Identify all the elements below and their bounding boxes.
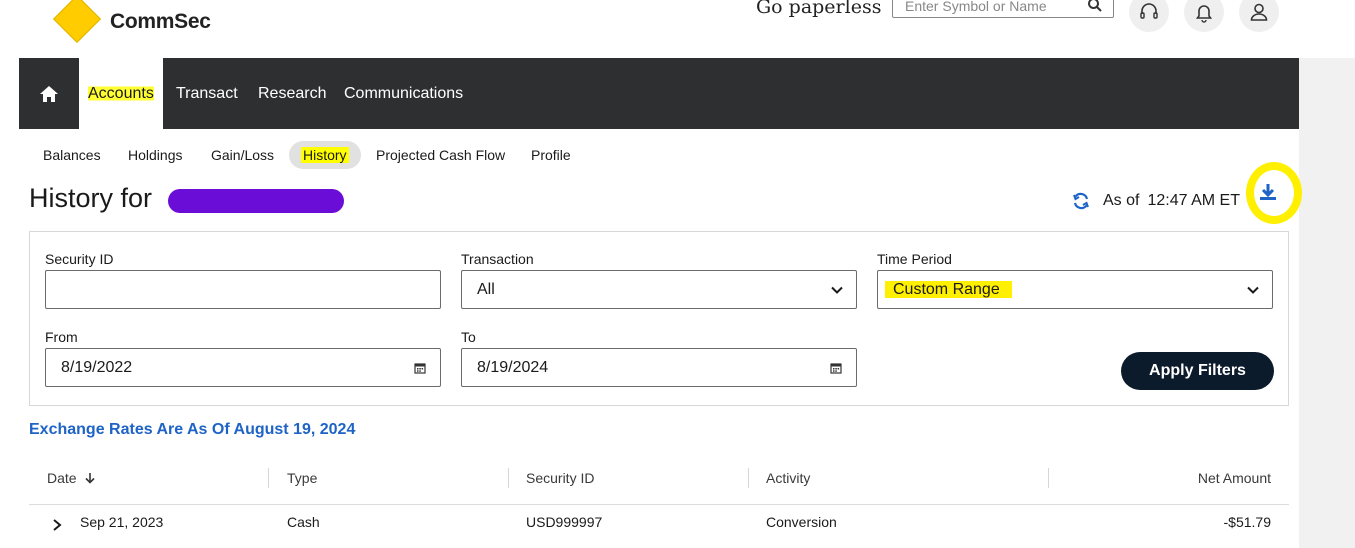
page: { "header": { "brand": "CommSec", "go_pa… (0, 0, 1355, 548)
column-date[interactable]: Date (47, 462, 96, 494)
tab-projected-cash-flow[interactable]: Projected Cash Flow (376, 141, 505, 169)
logo-diamond-icon (52, 0, 102, 44)
page-title: History for (29, 183, 153, 213)
chevron-right-icon[interactable] (51, 518, 63, 532)
column-date-label: Date (47, 470, 77, 486)
to-label: To (461, 329, 476, 345)
tab-balances[interactable]: Balances (43, 141, 101, 169)
time-period-value: Custom Range (885, 281, 1012, 298)
tab-holdings[interactable]: Holdings (128, 141, 182, 169)
tab-gain-loss[interactable]: Gain/Loss (211, 141, 274, 169)
time-period-select[interactable]: Custom Range (877, 270, 1273, 309)
notifications-button[interactable] (1184, 0, 1224, 32)
nav-accounts-label: Accounts (88, 85, 154, 102)
top-header: CommSec Go paperless (0, 0, 1355, 58)
row-date: Sep 21, 2023 (80, 514, 164, 530)
as-of-time: 12:47 AM ET (1147, 192, 1240, 209)
chevron-down-icon (831, 286, 843, 294)
row-type: Cash (287, 514, 320, 530)
symbol-search-input[interactable] (905, 0, 1075, 17)
column-divider (508, 468, 509, 488)
nav-accounts[interactable]: Accounts (79, 58, 163, 129)
security-id-input[interactable] (45, 270, 441, 309)
nav-transact[interactable]: Transact (176, 58, 238, 129)
table-header: Date Type Security ID Activity Net Amoun… (29, 462, 1289, 505)
as-of-status: As of 12:47 AM ET (1071, 190, 1240, 212)
go-paperless-link[interactable]: Go paperless (756, 0, 881, 18)
row-security-id: USD999997 (526, 514, 603, 530)
user-icon (1250, 3, 1268, 21)
calendar-icon[interactable] (830, 362, 842, 374)
calendar-icon[interactable] (414, 362, 426, 374)
download-button[interactable] (1240, 158, 1304, 226)
row-net-amount: -$51.79 (1223, 514, 1271, 530)
as-of-label: As of (1103, 192, 1140, 209)
to-date-value: 8/19/2024 (477, 359, 549, 376)
home-button[interactable] (19, 58, 79, 129)
to-date-input[interactable]: 8/19/2024 (461, 348, 857, 387)
commsec-logo[interactable]: CommSec (52, 0, 214, 48)
chevron-down-icon (1247, 286, 1259, 294)
refresh-icon[interactable] (1071, 191, 1091, 211)
column-divider (748, 468, 749, 488)
home-icon (40, 85, 58, 102)
profile-button[interactable] (1239, 0, 1279, 32)
nav-research[interactable]: Research (258, 58, 326, 129)
download-icon (1260, 184, 1276, 200)
tab-history-label: History (301, 147, 349, 163)
search-icon[interactable] (1087, 0, 1103, 13)
brand-name: CommSec (110, 10, 211, 33)
page-margin (1299, 58, 1355, 548)
transaction-select[interactable]: All (461, 270, 857, 309)
nav-communications[interactable]: Communications (344, 58, 463, 129)
from-date-input[interactable]: 8/19/2022 (45, 348, 441, 387)
column-net-amount[interactable]: Net Amount (1198, 462, 1271, 494)
from-date-value: 8/19/2022 (61, 359, 133, 376)
filter-panel: Security ID Transaction All Time Period … (29, 231, 1289, 406)
main-nav: Accounts Transact Research Communication… (19, 58, 1299, 129)
exchange-rate-note[interactable]: Exchange Rates Are As Of August 19, 2024 (29, 421, 355, 439)
column-activity[interactable]: Activity (766, 462, 810, 494)
row-activity: Conversion (766, 514, 837, 530)
column-security-id[interactable]: Security ID (526, 462, 594, 494)
table-row[interactable]: Sep 21, 2023 Cash USD999997 Conversion -… (29, 506, 1289, 548)
tab-history[interactable]: History (289, 141, 361, 169)
time-period-label: Time Period (877, 251, 952, 267)
column-type[interactable]: Type (287, 462, 317, 494)
security-id-label: Security ID (45, 251, 114, 267)
redacted-account-name (168, 189, 344, 213)
apply-filters-button[interactable]: Apply Filters (1121, 352, 1274, 390)
support-button[interactable] (1129, 0, 1169, 32)
symbol-search[interactable] (892, 0, 1114, 18)
transaction-value: All (477, 281, 495, 298)
tab-profile[interactable]: Profile (531, 141, 571, 169)
bell-icon (1195, 5, 1213, 23)
column-divider (268, 468, 269, 488)
sort-down-arrow-icon (85, 473, 96, 484)
from-label: From (45, 329, 78, 345)
headset-icon (1140, 3, 1158, 19)
transaction-label: Transaction (461, 251, 534, 267)
column-divider (1048, 468, 1049, 488)
